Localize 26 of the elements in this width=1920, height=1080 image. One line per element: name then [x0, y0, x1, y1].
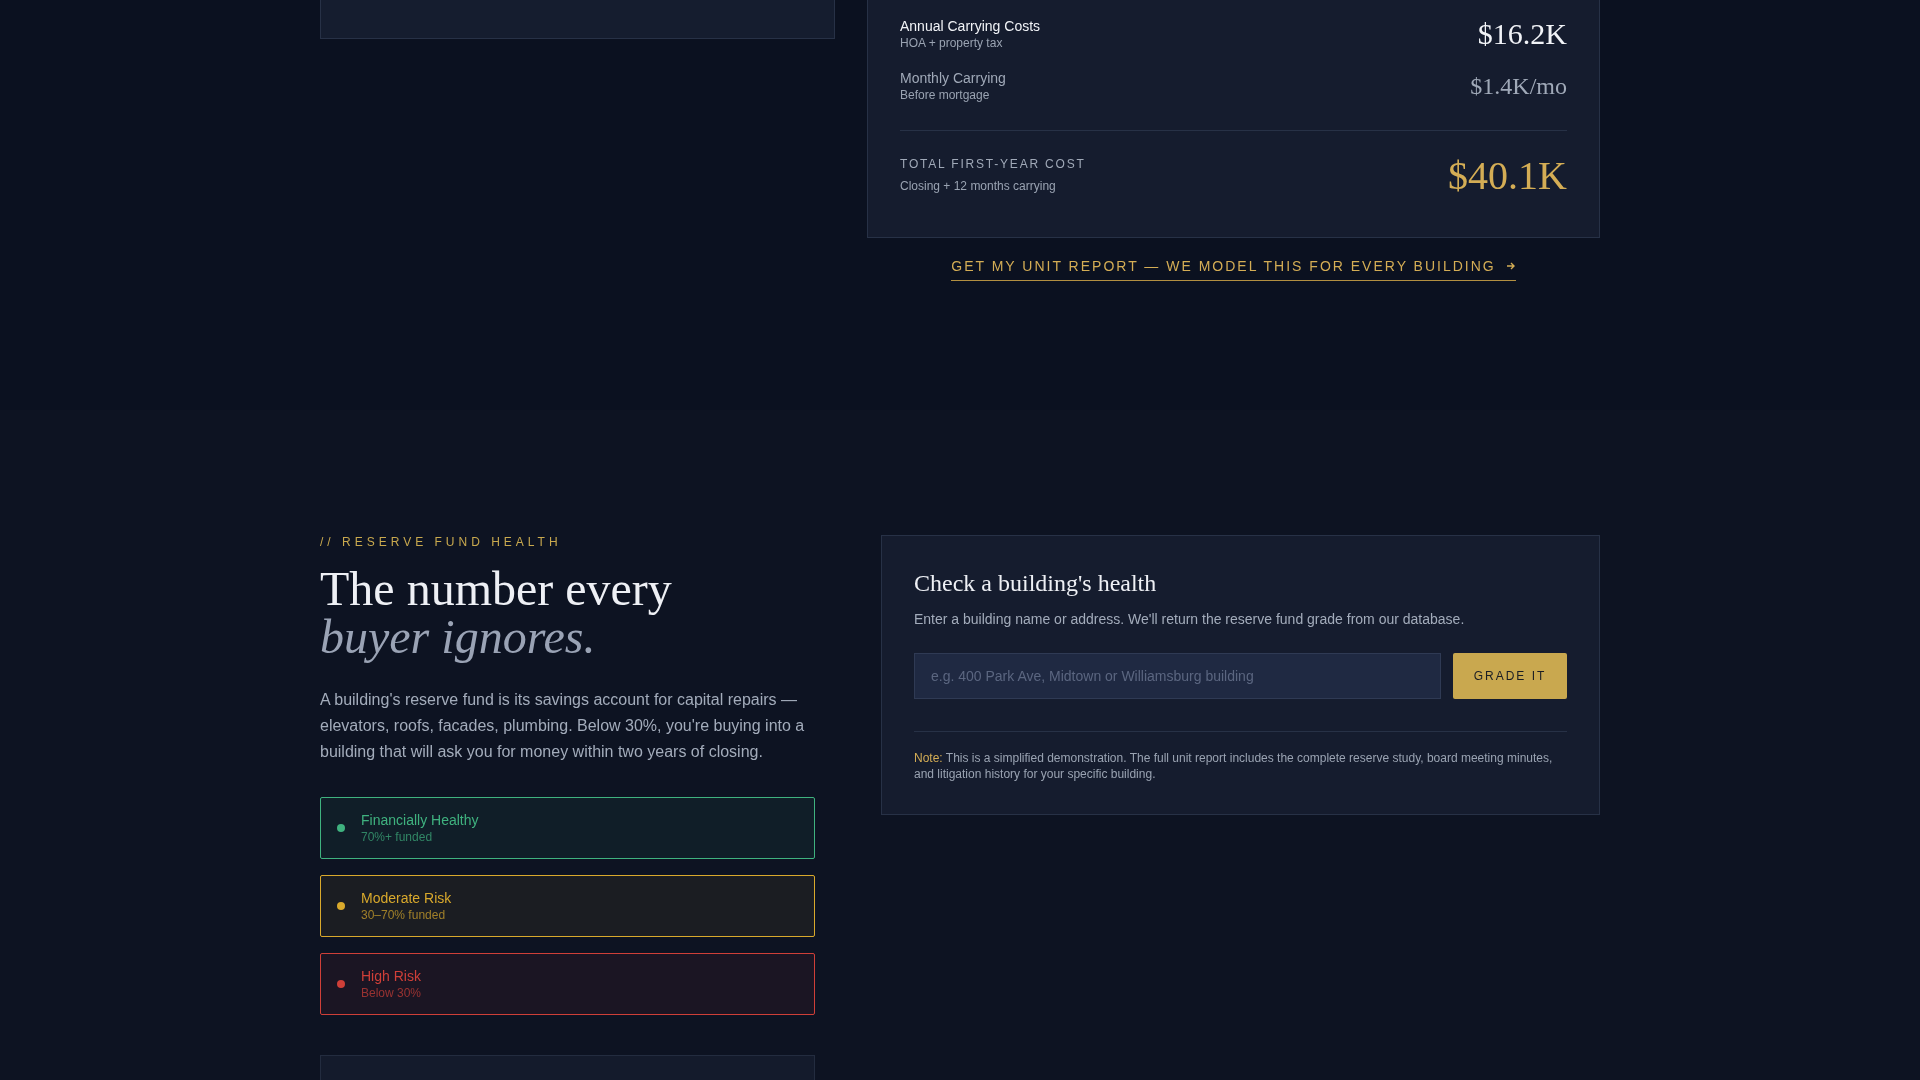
section-eyebrow: // RESERVE FUND HEALTH [320, 535, 562, 549]
risk-range: 30–70% funded [361, 908, 447, 922]
cost-sublabel: Before mortgage [900, 88, 991, 102]
cost-value: $16.2K [1477, 17, 1567, 51]
headline: The number every [320, 565, 672, 613]
risk-title: Moderate Risk [361, 890, 452, 906]
building-search-field[interactable]: e.g. 400 Park Ave, Midtown or Williamsburg building [914, 653, 1441, 699]
grade-button[interactable]: GRADE IT [1453, 653, 1567, 699]
total-value: $40.1K [1448, 151, 1567, 199]
note-text: Note: This is a simplified demonstration. The full unit report includes the complete reserve study, board meeting minutes, and litigation history for your specific building. [914, 750, 1554, 782]
arrow-right-icon [1505, 261, 1516, 271]
risk-range: 70%+ funded [361, 830, 434, 844]
card-title: Check a building's health [914, 570, 1157, 597]
cost-label: Annual Carrying Costs [900, 18, 1041, 34]
total-label: TOTAL FIRST-YEAR COST [900, 157, 1086, 171]
cost-label: Monthly Carrying [900, 70, 1006, 86]
total-sublabel: Closing + 12 months carrying [900, 179, 1057, 193]
card-description: Enter a building name or address. We'll return the reserve fund grade from our database. [914, 611, 1465, 627]
headline-italic: buyer ignores. [320, 613, 596, 661]
body-paragraph: A building's reserve fund is its savings account for capital repairs — elevators, roofs, facades, plumbing. Below 30%, you're buying into a building that will ask you for money within two years of closing. [320, 690, 806, 762]
cost-sublabel: HOA + property tax [900, 36, 1004, 50]
risk-title: Financially Healthy [361, 812, 479, 828]
cost-value: $1.4K/mo [1470, 72, 1567, 100]
risk-range: Below 30% [361, 986, 422, 1000]
risk-title: High Risk [361, 968, 422, 984]
report-link[interactable]: GET MY UNIT REPORT — WE MODEL THIS FOR EVERY BUILDING [951, 258, 1516, 281]
